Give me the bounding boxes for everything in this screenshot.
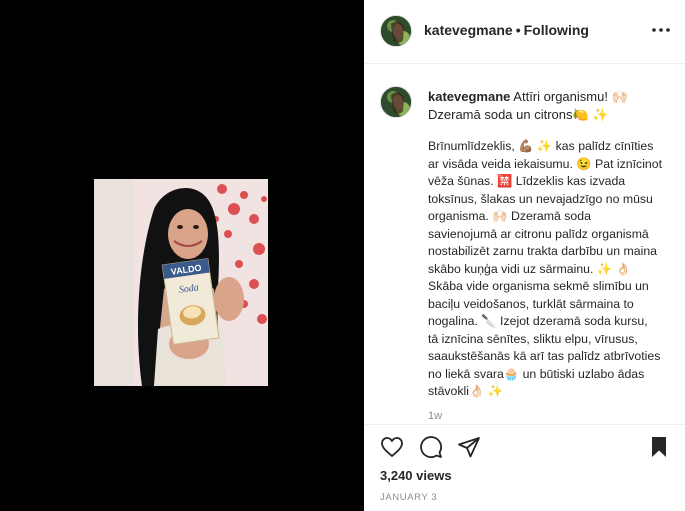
caption-line: stāvokli👌🏻 ✨: [428, 384, 504, 398]
comment-icon: [420, 436, 442, 458]
caption-line: savienojumā ar citronu palīdz organismā: [428, 226, 649, 241]
like-button[interactable]: [380, 435, 404, 459]
paper-plane-icon: [458, 437, 480, 458]
avatar-image: [381, 16, 411, 46]
media-pane: VALDO Soda: [0, 0, 364, 511]
save-button[interactable]: [647, 435, 671, 459]
caption-line: saaukstēšanās kā arī tas palīdz atbrīvot…: [428, 349, 661, 363]
post-side-pane: katevegmane • Following katevegmane Attī…: [364, 0, 685, 511]
header-username[interactable]: katevegmane: [424, 22, 513, 38]
caption-line: nogalina. 🔪 Izejot dzeramā soda kursu,: [428, 314, 648, 328]
action-bar: [364, 424, 685, 465]
bookmark-icon: [652, 437, 666, 457]
avatar-image: [381, 87, 411, 117]
ellipsis-icon: [652, 28, 670, 32]
caption-line: tā iznīcina sēnītes, sliktu elpu, vīrusu…: [428, 331, 638, 346]
caption-body: Brīnumlīdzeklis, 💪🏽 ✨ kas palīdz cīnītie…: [428, 138, 663, 401]
instagram-post-view: VALDO Soda katevegmane • Following katev…: [0, 0, 685, 511]
comment-button[interactable]: [419, 435, 443, 459]
caption-line: skābo kuņģa vidi uz sārmainu. ✨ 👌🏻: [428, 261, 631, 276]
header-separator: •: [515, 22, 521, 38]
caption-time-ago[interactable]: 1w: [428, 410, 442, 422]
caption-line: Skāba vide organisma sekmē slimību un: [428, 279, 649, 293]
caption-username[interactable]: katevegmane: [428, 89, 510, 104]
caption-headline: katevegmane Attīri organismu! 🙌🏻 Dzeramā…: [428, 88, 668, 124]
header-user-line: katevegmane • Following: [424, 22, 589, 38]
following-button[interactable]: Following: [524, 22, 589, 38]
caption-line: organisma. 🙌🏻 Dzeramā soda: [428, 209, 591, 223]
view-count[interactable]: 3,240 views: [380, 468, 452, 483]
avatar[interactable]: [380, 15, 412, 47]
share-button[interactable]: [457, 435, 481, 459]
caption-line: ar visāda veida iekaisumu. 😉 Pat iznīcin…: [428, 156, 663, 171]
post-date: JANUARY 3: [380, 492, 438, 503]
caption-line: Brīnumlīdzeklis, 💪🏽 ✨ kas palīdz cīnītie…: [428, 139, 654, 153]
caption-line: vēža šūnas. 🈲 Līdzeklis kas izvada: [428, 174, 626, 188]
caption-line: baciļu veidošanos, turklāt sārmaina to: [428, 296, 634, 311]
caption-line: toksīnus, šlakas un nevajadzīgo no mūsu: [428, 191, 653, 206]
caption-line: nostabilizēt zarnu trakta darbību un mai…: [428, 244, 657, 258]
post-header: katevegmane • Following: [364, 0, 685, 64]
photo-illustration: VALDO Soda: [94, 179, 268, 386]
caption-section: katevegmane Attīri organismu! 🙌🏻 Dzeramā…: [380, 80, 680, 422]
more-options-button[interactable]: [650, 20, 672, 40]
caption-line: no liekā svara🧁 un būtiski uzlabo ādas: [428, 366, 645, 381]
heart-icon: [381, 437, 403, 457]
caption-avatar[interactable]: [380, 86, 412, 118]
post-photo[interactable]: VALDO Soda: [94, 179, 268, 386]
